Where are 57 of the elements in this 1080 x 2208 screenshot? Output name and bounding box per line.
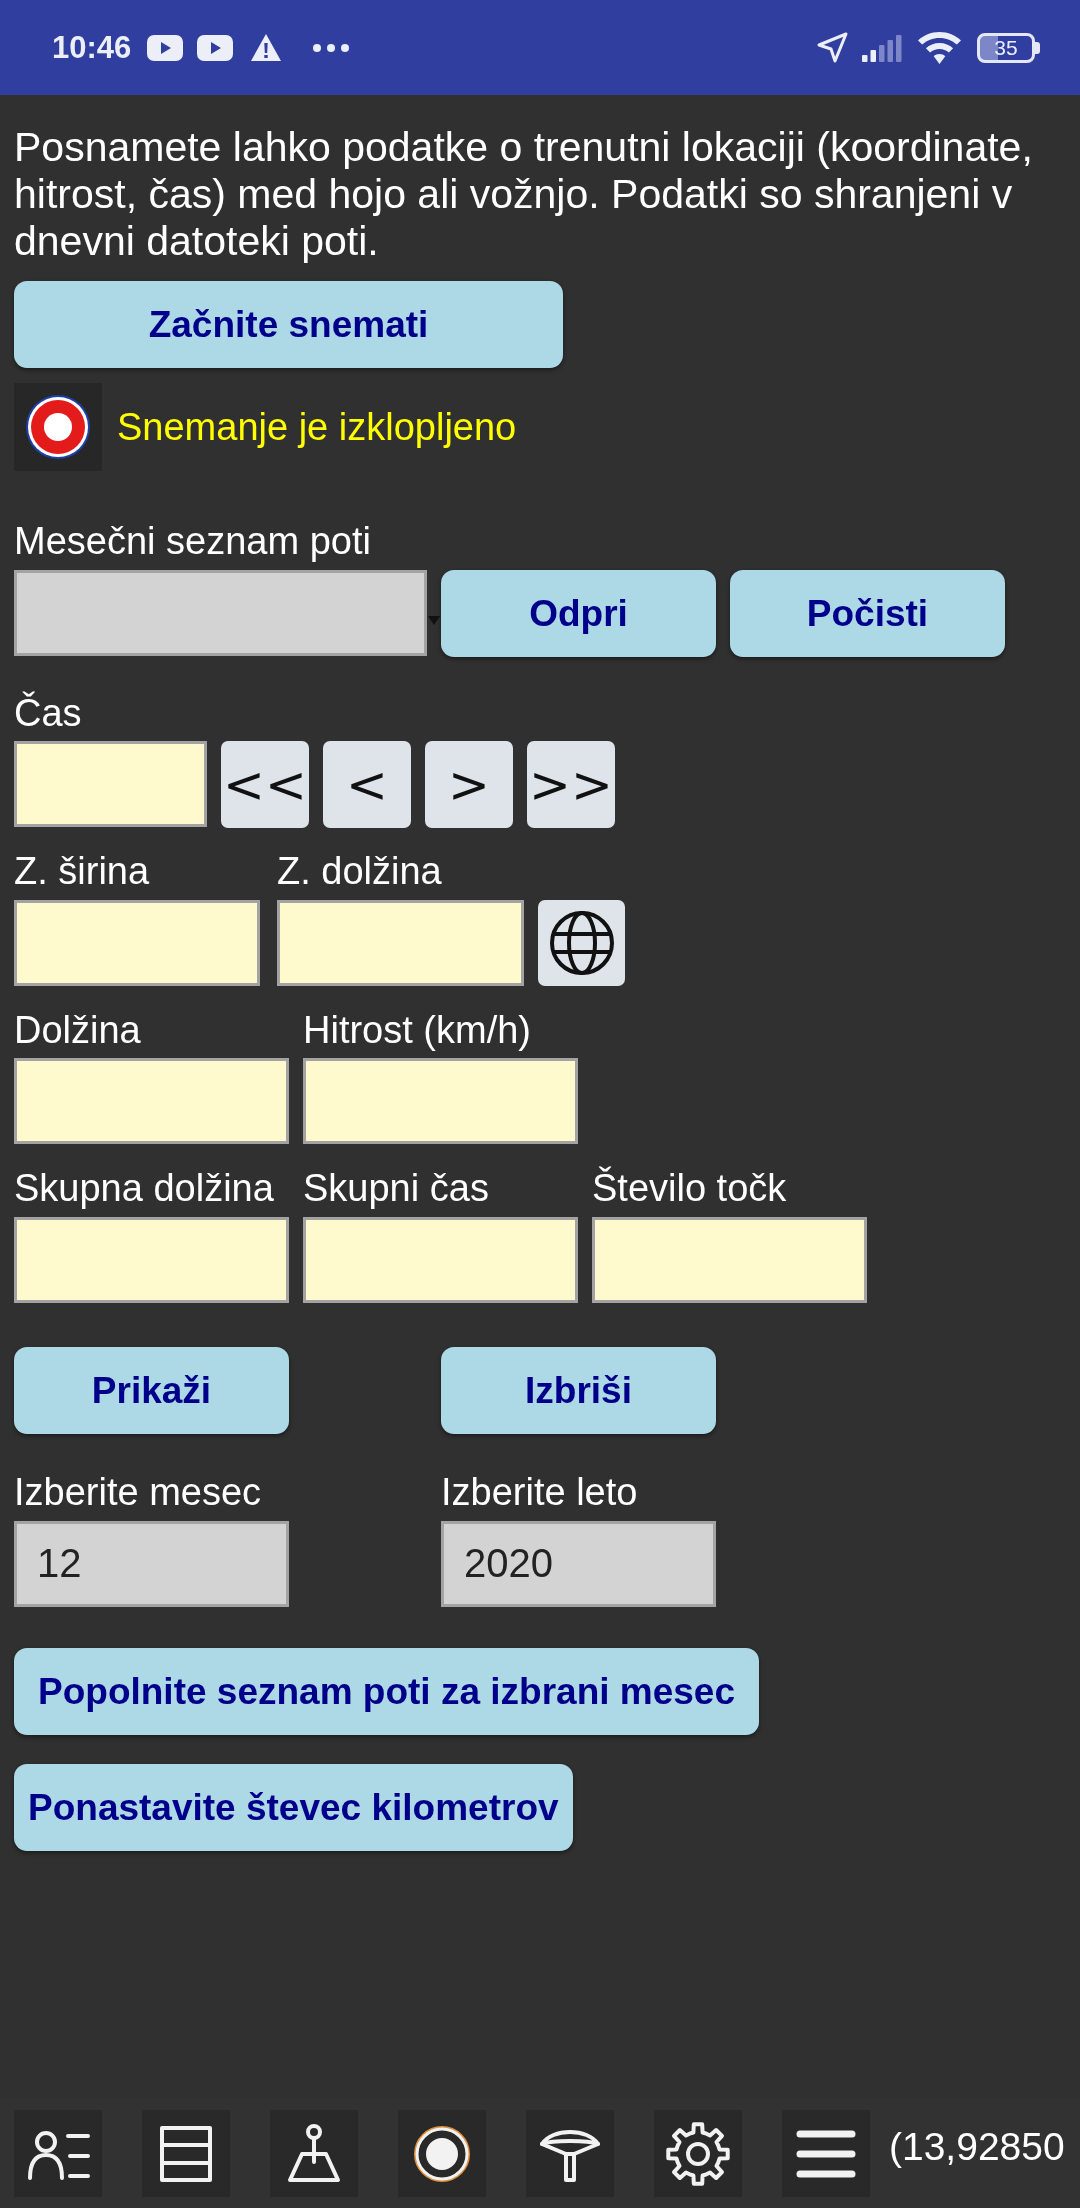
dropdown-field[interactable] [14,570,427,657]
fill-list-button[interactable]: Popolnite seznam poti za izbrani mesec [14,1647,759,1735]
toolbar-button[interactable] [526,2110,614,2197]
delete-button[interactable]: Izbriši [441,1346,716,1434]
time-field[interactable] [14,741,207,828]
field-label: Hitrost (km/h) [303,1007,532,1053]
last-button[interactable]: >> [527,741,615,829]
globe-icon [548,909,615,976]
show-button[interactable]: Prikaži [14,1346,289,1434]
input-field[interactable] [14,899,260,986]
next-button[interactable]: > [425,741,513,829]
field-label: Število točk [592,1166,788,1212]
toolbar-button[interactable] [654,2110,742,2197]
input-field[interactable] [592,1216,867,1303]
field-label: Skupna dolžina [14,1166,275,1212]
first-button[interactable]: << [221,741,309,829]
settings-icon [666,2121,730,2186]
warning-icon [251,34,282,61]
input-field[interactable] [303,1058,578,1145]
toolbar-button[interactable] [782,2110,870,2197]
input-field[interactable] [303,1216,578,1303]
field-label: Čas [14,690,83,736]
battery-indicator: 35 [977,32,1035,63]
toolbar-button[interactable] [14,2110,102,2197]
input-field[interactable] [14,1058,289,1145]
toolbar-button[interactable] [270,2110,358,2197]
intro-text: Posnamete lahko podatke o trenutni lokaciji (koordinate, hitrost, čas) med hojo ali vožnjo. Podatki so shranjeni v dnevni datoteki poti. [14,124,1034,265]
input-field[interactable] [277,899,524,986]
dropdown-caret-icon[interactable] [428,615,440,625]
clear-button[interactable]: Počisti [730,569,1005,657]
wifi-icon [918,31,961,64]
map-button[interactable] [538,899,625,986]
toolbar-button[interactable] [142,2110,230,2197]
coordinate-text: (13,92850 [889,2124,1065,2171]
toolbar-button[interactable] [398,2110,486,2197]
more-dots-icon [313,43,350,52]
field-label: Z. širina [14,849,151,895]
location-arrow-icon [817,32,848,63]
video-icon [197,34,234,61]
open-button[interactable]: Odpri [441,569,716,657]
field-label: Skupni čas [303,1166,490,1212]
input-field[interactable] [14,1216,289,1303]
number-field[interactable]: 2020 [441,1520,716,1607]
status-time: 10:46 [52,32,132,63]
start-recording-button[interactable]: Začnite snemati [14,281,563,368]
video-icon [147,34,184,61]
recording-status-text: Snemanje je izklopljeno [117,404,517,450]
field-label: Dolžina [14,1007,142,1053]
signal-icon [862,33,902,62]
field-label: Z. dolžina [277,849,443,895]
reset-counter-button[interactable]: Ponastavite števec kilometrov [14,1763,573,1851]
previous-button[interactable]: < [323,741,411,829]
battery-cap-icon [1035,41,1040,54]
field-label: Izberite leto [441,1469,639,1515]
field-label: Izberite mesec [14,1469,263,1515]
field-label: Mesečni seznam poti [14,519,372,564]
number-field[interactable]: 12 [14,1520,289,1607]
